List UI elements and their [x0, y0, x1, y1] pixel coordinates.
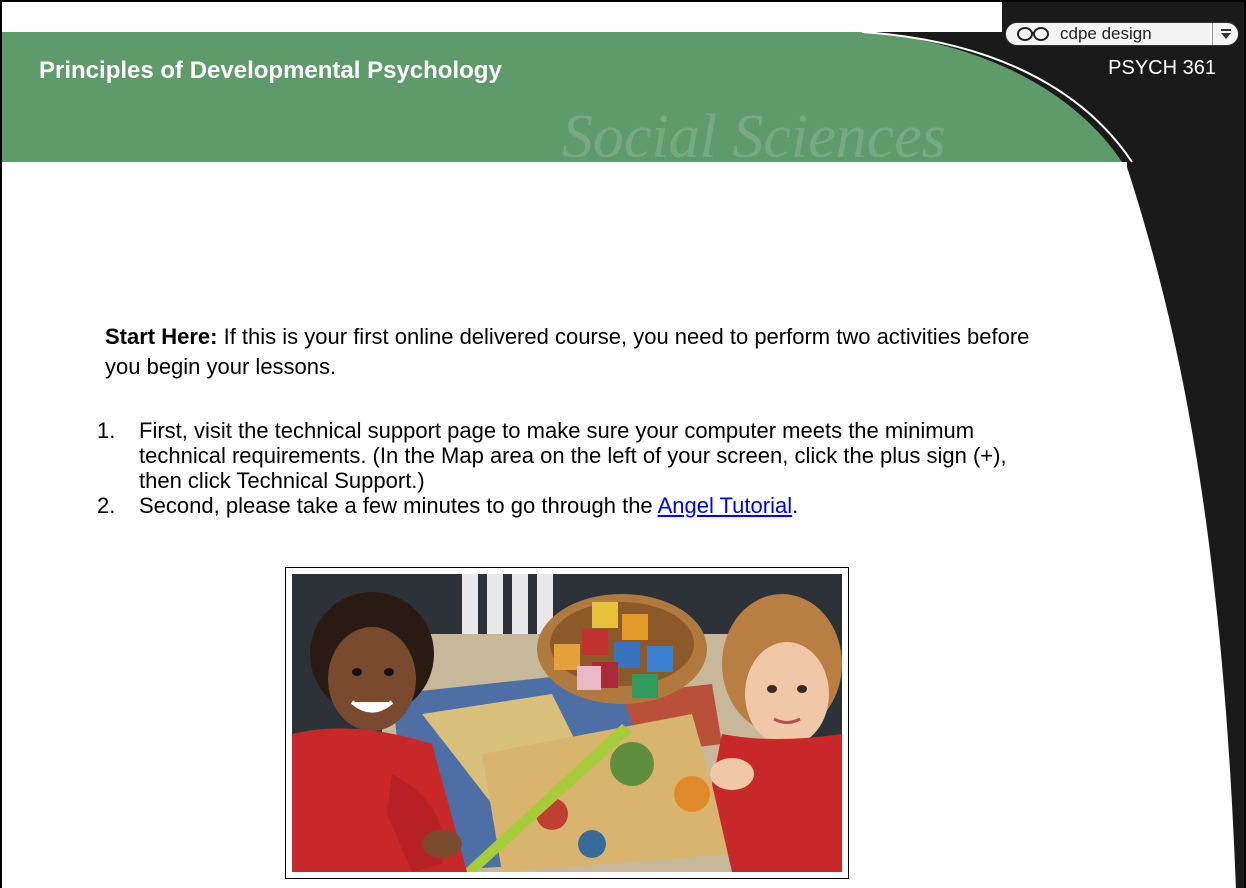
intro-text: If this is your first online delivered c…: [105, 324, 1030, 379]
list-item: 2. Second, please take a few minutes to …: [97, 493, 1037, 518]
intro-paragraph: Start Here: If this is your first online…: [105, 322, 1035, 382]
glasses-icon: [1016, 26, 1050, 42]
brand-menu-button[interactable]: cdpe design: [1005, 22, 1239, 46]
steps-list: 1. First, visit the technical support pa…: [97, 418, 1037, 518]
page-frame: Principles of Developmental Psychology P…: [0, 0, 1246, 888]
step-text-after: .: [792, 493, 799, 518]
step-text: First, visit the technical support page …: [139, 418, 1007, 493]
list-item: 1. First, visit the technical support pa…: [97, 418, 1037, 493]
children-with-blocks-photo-icon: [292, 574, 842, 872]
step-number: 1.: [97, 418, 116, 443]
brand-label: cdpe design: [1060, 24, 1152, 43]
step-text: Second, please take a few minutes to go …: [139, 493, 1037, 518]
course-title: Principles of Developmental Psychology: [39, 57, 502, 84]
children-photo: [285, 567, 849, 879]
dropdown-arrow-icon[interactable]: [1212, 23, 1238, 45]
angel-tutorial-link[interactable]: Angel Tutorial: [658, 493, 793, 518]
step-text-before: Second, please take a few minutes to go …: [139, 493, 658, 518]
start-here-label: Start Here:: [105, 324, 218, 349]
course-code: PSYCH 361: [1108, 57, 1216, 79]
watermark-text: Social Sciences: [562, 103, 946, 171]
step-number: 2.: [97, 493, 116, 518]
